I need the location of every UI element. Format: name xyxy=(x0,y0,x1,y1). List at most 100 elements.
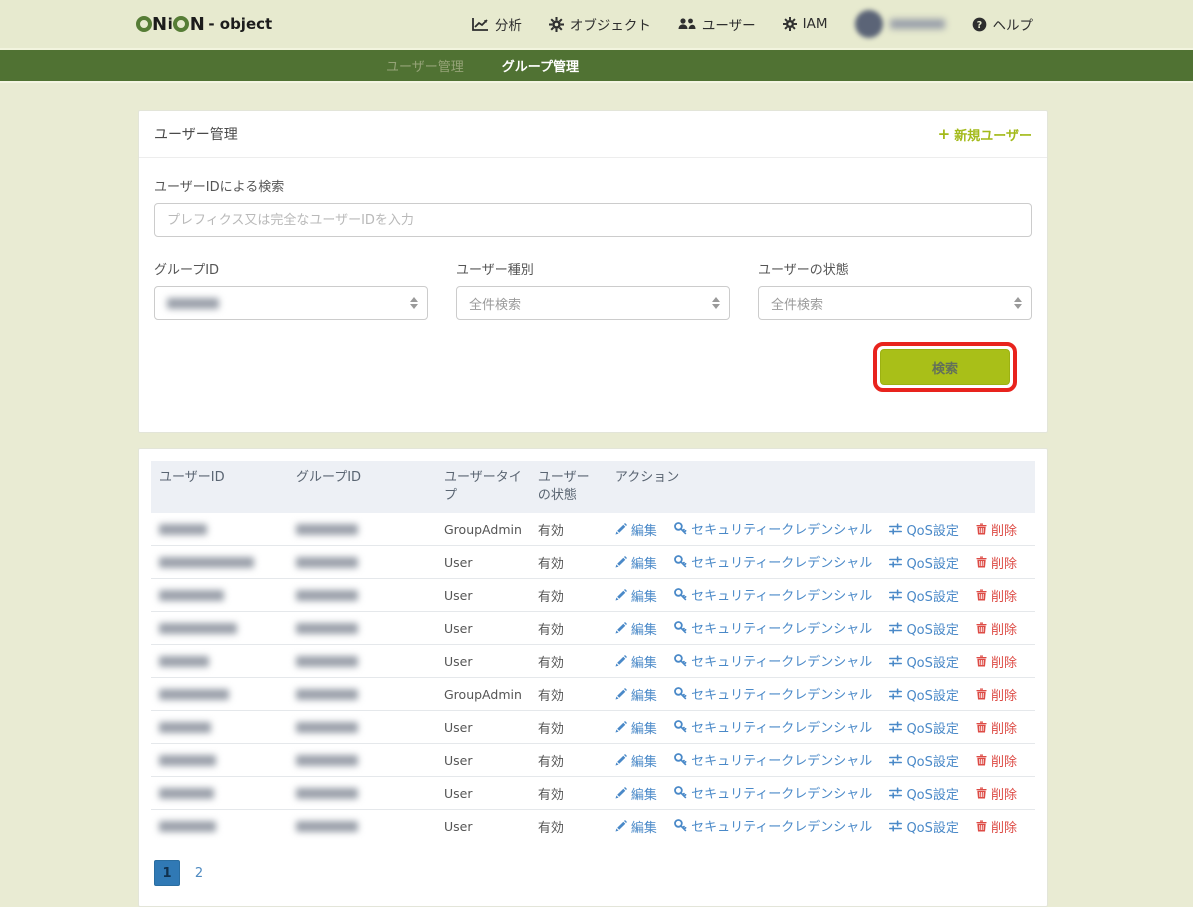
search-button-row: 検索 xyxy=(154,320,1032,412)
nav-item-iam[interactable]: IAM xyxy=(783,16,828,32)
cell-group-id xyxy=(288,744,436,777)
delete-button[interactable]: 削除 xyxy=(976,586,1017,605)
key-icon xyxy=(674,786,687,799)
key-icon xyxy=(674,588,687,601)
qos-settings-button[interactable]: QoS設定 xyxy=(889,520,958,539)
edit-button[interactable]: 編集 xyxy=(615,784,657,803)
search-button[interactable]: 検索 xyxy=(880,349,1010,385)
column-header-actions: アクション xyxy=(607,461,1035,513)
qos-settings-button[interactable]: QoS設定 xyxy=(889,586,958,605)
action-label: セキュリティークレデンシャル xyxy=(691,618,872,637)
qos-settings-button[interactable]: QoS設定 xyxy=(889,685,958,704)
security-credential-button[interactable]: セキュリティークレデンシャル xyxy=(674,618,872,637)
security-credential-button[interactable]: セキュリティークレデンシャル xyxy=(674,684,872,703)
nav-item-help[interactable]: ? ヘルプ xyxy=(972,14,1034,34)
nav-item-analytics[interactable]: 分析 xyxy=(472,14,522,34)
edit-button[interactable]: 編集 xyxy=(615,817,657,836)
action-label: 編集 xyxy=(631,652,657,671)
edit-button[interactable]: 編集 xyxy=(615,520,657,539)
redacted-user-id xyxy=(159,755,216,766)
security-credential-button[interactable]: セキュリティークレデンシャル xyxy=(674,783,872,802)
security-credential-button[interactable]: セキュリティークレデンシャル xyxy=(674,552,872,571)
action-label: 削除 xyxy=(991,718,1017,737)
security-credential-button[interactable]: セキュリティークレデンシャル xyxy=(674,717,872,736)
qos-settings-button[interactable]: QoS設定 xyxy=(889,619,958,638)
cell-user-type: User xyxy=(436,579,530,612)
pencil-icon xyxy=(615,721,627,733)
new-user-button[interactable]: + 新規ユーザー xyxy=(938,125,1032,144)
filter-user-status: ユーザーの状態 全件検索 xyxy=(758,259,1032,320)
column-header-group-id: グループID xyxy=(288,461,436,513)
tab-group-management[interactable]: グループ管理 xyxy=(494,52,587,79)
edit-button[interactable]: 編集 xyxy=(615,619,657,638)
delete-button[interactable]: 削除 xyxy=(976,619,1017,638)
sliders-icon xyxy=(889,523,902,535)
redacted-user-id xyxy=(159,656,209,667)
edit-button[interactable]: 編集 xyxy=(615,652,657,671)
delete-button[interactable]: 削除 xyxy=(976,751,1017,770)
redacted-user-id xyxy=(159,524,207,535)
redacted-group-id xyxy=(296,656,358,667)
security-credential-button[interactable]: セキュリティークレデンシャル xyxy=(674,585,872,604)
user-type-label: ユーザー種別 xyxy=(456,259,730,278)
user-id-search-input[interactable] xyxy=(154,203,1032,237)
redacted-user-id xyxy=(159,689,229,700)
qos-settings-button[interactable]: QoS設定 xyxy=(889,553,958,572)
cell-user-status: 有効 xyxy=(530,810,607,843)
delete-button[interactable]: 削除 xyxy=(976,784,1017,803)
delete-button[interactable]: 削除 xyxy=(976,718,1017,737)
table-row: GroupAdmin 有効 編集 セキュリティークレデンシャル QoS設定 削除 xyxy=(151,513,1035,546)
pencil-icon xyxy=(615,556,627,568)
cell-user-type: GroupAdmin xyxy=(436,678,530,711)
security-credential-button[interactable]: セキュリティークレデンシャル xyxy=(674,816,872,835)
edit-button[interactable]: 編集 xyxy=(615,553,657,572)
group-id-select[interactable] xyxy=(154,286,428,320)
qos-settings-button[interactable]: QoS設定 xyxy=(889,751,958,770)
delete-button[interactable]: 削除 xyxy=(976,520,1017,539)
qos-settings-button[interactable]: QoS設定 xyxy=(889,718,958,737)
cell-user-type: User xyxy=(436,777,530,810)
redacted-group-id xyxy=(296,557,358,568)
security-credential-button[interactable]: セキュリティークレデンシャル xyxy=(674,750,872,769)
redacted-group-id xyxy=(296,590,358,601)
column-header-user-status: ユーザーの状態 xyxy=(530,461,607,513)
page-button-2[interactable]: 2 xyxy=(186,860,212,886)
security-credential-button[interactable]: セキュリティークレデンシャル xyxy=(674,519,872,538)
user-status-select[interactable]: 全件検索 xyxy=(758,286,1032,320)
pencil-icon xyxy=(615,787,627,799)
security-credential-button[interactable]: セキュリティークレデンシャル xyxy=(674,651,872,670)
action-label: QoS設定 xyxy=(906,652,958,671)
edit-button[interactable]: 編集 xyxy=(615,718,657,737)
qos-settings-button[interactable]: QoS設定 xyxy=(889,784,958,803)
nav-item-label: 分析 xyxy=(495,14,522,34)
cell-actions: 編集 セキュリティークレデンシャル QoS設定 削除 xyxy=(607,711,1035,744)
delete-button[interactable]: 削除 xyxy=(976,652,1017,671)
delete-button[interactable]: 削除 xyxy=(976,817,1017,836)
sliders-icon xyxy=(889,622,902,634)
cell-actions: 編集 セキュリティークレデンシャル QoS設定 削除 xyxy=(607,678,1035,711)
redacted-user-id xyxy=(159,590,224,601)
cell-user-id xyxy=(151,744,288,777)
account-menu[interactable] xyxy=(855,10,945,38)
qos-settings-button[interactable]: QoS設定 xyxy=(889,817,958,836)
edit-button[interactable]: 編集 xyxy=(615,685,657,704)
trash-icon xyxy=(976,655,987,667)
pencil-icon xyxy=(615,754,627,766)
edit-button[interactable]: 編集 xyxy=(615,586,657,605)
edit-button[interactable]: 編集 xyxy=(615,751,657,770)
qos-settings-button[interactable]: QoS設定 xyxy=(889,652,958,671)
delete-button[interactable]: 削除 xyxy=(976,553,1017,572)
delete-button[interactable]: 削除 xyxy=(976,685,1017,704)
nav-item-users[interactable]: ユーザー xyxy=(678,14,756,34)
user-type-select[interactable]: 全件検索 xyxy=(456,286,730,320)
table-row: GroupAdmin 有効 編集 セキュリティークレデンシャル QoS設定 削除 xyxy=(151,678,1035,711)
page-button-1[interactable]: 1 xyxy=(154,860,180,886)
cell-user-status: 有効 xyxy=(530,579,607,612)
logo-suffix: - object xyxy=(208,15,272,33)
action-label: 削除 xyxy=(991,586,1017,605)
tab-user-management[interactable]: ユーザー管理 xyxy=(378,52,472,79)
nav-item-objects[interactable]: オブジェクト xyxy=(549,14,651,34)
cell-user-status: 有効 xyxy=(530,645,607,678)
action-label: 削除 xyxy=(991,784,1017,803)
cell-group-id xyxy=(288,711,436,744)
